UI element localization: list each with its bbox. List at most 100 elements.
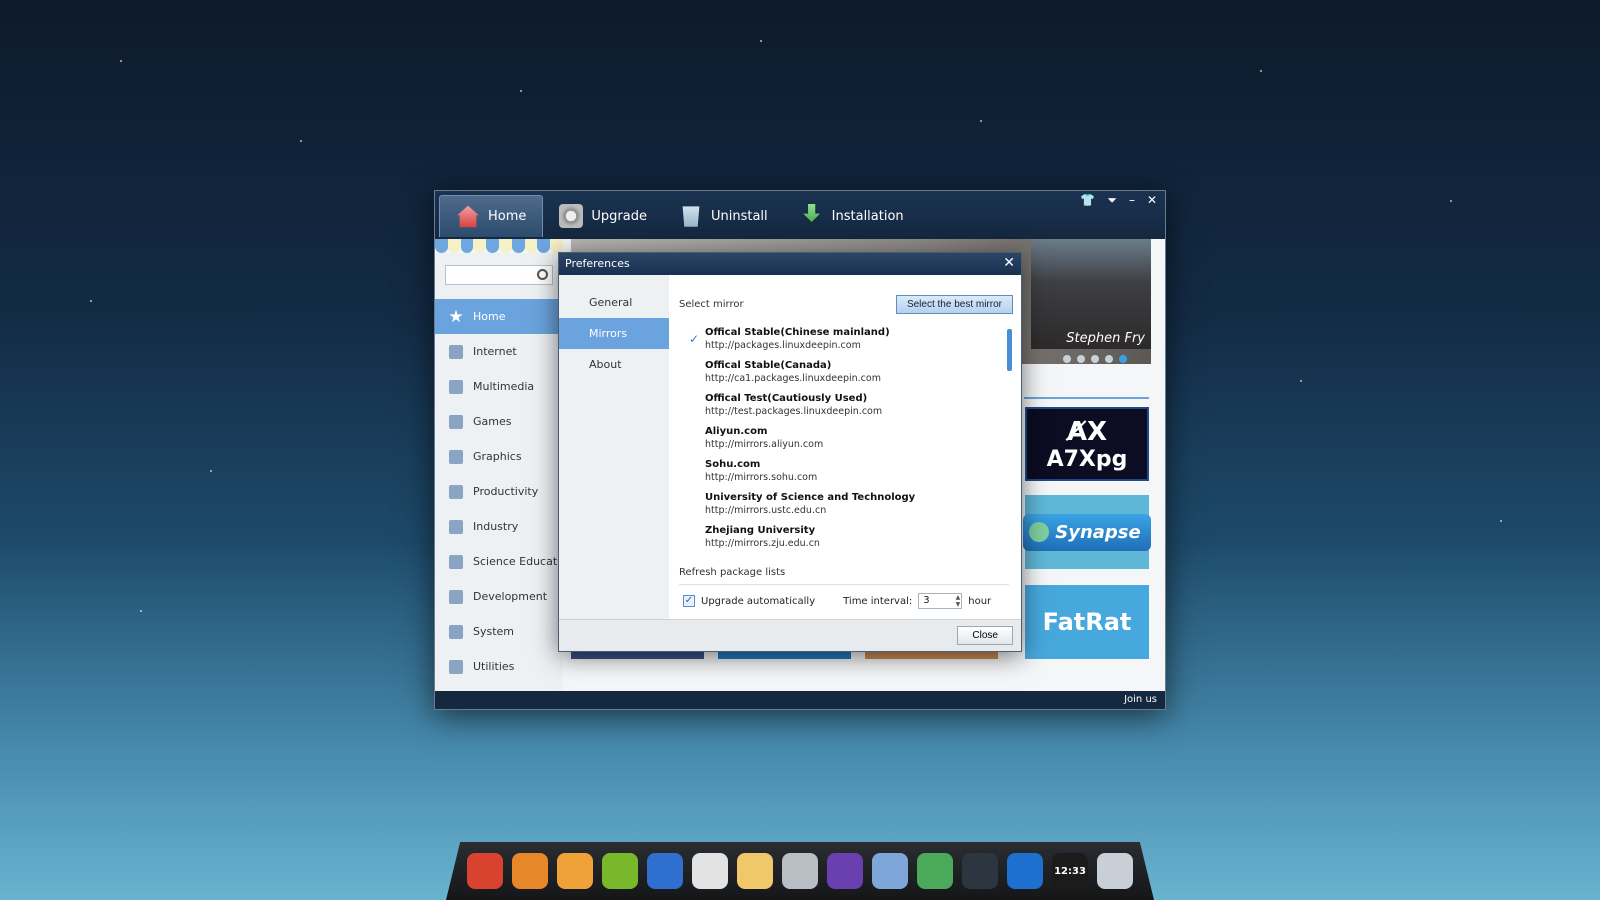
browser-icon[interactable] <box>647 853 683 889</box>
sidebar-item-internet[interactable]: Internet <box>435 334 563 369</box>
category-sidebar: Home Internet Multimedia Games Graphics … <box>435 253 574 693</box>
search-input[interactable] <box>445 265 553 285</box>
upgrade-automatically-label: Upgrade automatically <box>701 595 816 607</box>
synapse-logo-icon <box>1029 522 1050 542</box>
upgrade-icon <box>559 204 584 228</box>
sidebar-item-label: Productivity <box>473 485 539 498</box>
sidebar-item-industry[interactable]: Industry <box>435 509 563 544</box>
pref-tab-mirrors[interactable]: Mirrors <box>559 318 669 349</box>
sidebar-item-graphics[interactable]: Graphics <box>435 439 563 474</box>
pref-tab-general[interactable]: General <box>559 287 669 318</box>
dialog-title: Preferences <box>565 257 630 270</box>
screenshot-icon[interactable] <box>962 853 998 889</box>
select-best-mirror-button[interactable]: Select the best mirror <box>895 295 1013 314</box>
sidebar-item-home[interactable]: Home <box>435 299 563 334</box>
mirrors-panel: Select mirror Select the best mirror ✓ O… <box>677 275 1013 621</box>
files-icon[interactable] <box>737 853 773 889</box>
tab-uninstall-label: Uninstall <box>710 208 768 224</box>
mirror-name: University of Science and Technology <box>705 492 916 503</box>
tab-home[interactable]: Home <box>439 195 544 237</box>
tab-installation-label: Installation <box>831 208 904 224</box>
time-interval-stepper[interactable]: 3 ▲ ▼ <box>918 593 963 609</box>
close-icon[interactable]: ✕ <box>1003 255 1015 271</box>
trash-icon[interactable] <box>1097 853 1133 889</box>
mirror-url: http://mirrors.zju.edu.cn <box>705 538 820 549</box>
pref-tab-about[interactable]: About <box>559 349 669 380</box>
divider <box>1024 397 1149 399</box>
sidebar-item-games[interactable]: Games <box>435 404 563 439</box>
sidebar-item-science-education[interactable]: Science Education <box>435 544 574 579</box>
download-icon[interactable] <box>917 853 953 889</box>
list-item[interactable]: Aliyun.com http://mirrors.aliyun.com <box>685 426 1011 459</box>
sidebar-item-system[interactable]: System <box>435 614 563 649</box>
mirror-url: http://packages.linuxdeepin.com <box>705 340 861 351</box>
stepper-arrows-icon[interactable]: ▲ ▼ <box>956 594 961 608</box>
play-icon <box>449 379 463 394</box>
home-icon <box>457 205 479 228</box>
dock: 12:33 <box>446 842 1154 900</box>
mirror-name: Zhejiang University <box>705 525 816 536</box>
dialog-titlebar: Preferences ✕ <box>559 253 1021 275</box>
sidebar-item-label: Home <box>473 310 506 323</box>
category-nav: Home Internet Multimedia Games Graphics … <box>435 299 574 684</box>
sidebar-item-multimedia[interactable]: Multimedia <box>435 369 563 404</box>
mirror-list: ✓ Offical Stable(Chinese mainland) http:… <box>685 327 1011 563</box>
deepin-icon[interactable] <box>827 853 863 889</box>
sidebar-item-development[interactable]: Development <box>435 579 563 614</box>
statusbar: Join us <box>435 691 1165 709</box>
minimize-icon[interactable]: – <box>1129 193 1135 208</box>
star-icon <box>449 309 463 323</box>
search-icon[interactable] <box>537 269 548 280</box>
chrome-icon[interactable] <box>692 853 728 889</box>
time-interval-label: Time interval: <box>843 595 913 607</box>
settings-icon[interactable] <box>782 853 818 889</box>
list-item[interactable]: Zhejiang University http://mirrors.zju.e… <box>685 525 1011 558</box>
list-item[interactable]: Sohu.com http://mirrors.sohu.com <box>685 459 1011 492</box>
mirror-header: Select mirror Select the best mirror <box>679 295 1013 314</box>
launcher-icon[interactable] <box>467 853 503 889</box>
app-tile-a7xpg[interactable]: A̸X A7Xpg <box>1025 407 1149 481</box>
music-player-icon[interactable] <box>1007 853 1043 889</box>
player-icon[interactable] <box>557 853 593 889</box>
clock-icon[interactable]: 12:33 <box>1052 853 1088 889</box>
store-icon[interactable] <box>512 853 548 889</box>
tab-uninstall[interactable]: Uninstall <box>663 195 784 237</box>
mirror-url: http://mirrors.ustc.edu.cn <box>705 505 827 516</box>
menu-icon[interactable]: ⏷ <box>1107 193 1117 208</box>
sidebar-item-productivity[interactable]: Productivity <box>435 474 563 509</box>
refresh-options: ✓ Upgrade automatically Time interval: 3… <box>683 593 991 609</box>
close-icon[interactable]: ✕ <box>1147 193 1157 208</box>
titlebar: Home Upgrade Uninstall Installation 👕 ⏷ … <box>435 191 1165 239</box>
mirror-name: Offical Test(Cautiously Used) <box>705 393 868 404</box>
select-mirror-label: Select mirror <box>679 299 744 310</box>
app-tile-fatrat[interactable]: FatRat <box>1025 585 1149 659</box>
sidebar-item-label: Multimedia <box>473 380 535 393</box>
gear-icon <box>449 624 463 639</box>
image-icon <box>449 449 463 464</box>
list-item[interactable]: University of Science and Technology htt… <box>685 492 1011 525</box>
globe-icon <box>449 344 463 359</box>
skin-icon[interactable]: 👕 <box>1080 193 1095 208</box>
gamepad-icon <box>449 414 463 429</box>
mirror-name: Offical Stable(Chinese mainland) <box>705 327 890 338</box>
mirror-list-scrollbar[interactable] <box>1007 329 1012 371</box>
sidebar-item-label: Graphics <box>473 450 522 463</box>
time-unit-label: hour <box>968 595 992 607</box>
edit-icon <box>449 484 463 499</box>
list-item[interactable]: Offical Test(Cautiously Used) http://tes… <box>685 393 1011 426</box>
close-button[interactable]: Close <box>957 626 1013 645</box>
list-item[interactable]: ✓ Offical Stable(Chinese mainland) http:… <box>685 327 1011 360</box>
bar-chart-icon <box>449 519 463 534</box>
tab-upgrade[interactable]: Upgrade <box>543 195 663 237</box>
music-icon[interactable] <box>602 853 638 889</box>
banner-pager[interactable] <box>1063 355 1127 363</box>
dialog-footer: Close <box>559 619 1021 651</box>
upgrade-automatically-checkbox[interactable]: ✓ <box>683 595 695 607</box>
chat-icon[interactable] <box>872 853 908 889</box>
app-tile-synapse[interactable]: Synapse <box>1023 495 1151 569</box>
join-us-link[interactable]: Join us <box>1124 694 1157 705</box>
uninstall-icon <box>682 206 700 227</box>
sidebar-item-utilities[interactable]: Utilities <box>435 649 563 684</box>
tab-installation[interactable]: Installation <box>784 195 920 237</box>
list-item[interactable]: Offical Stable(Canada) http://ca1.packag… <box>685 360 1011 393</box>
